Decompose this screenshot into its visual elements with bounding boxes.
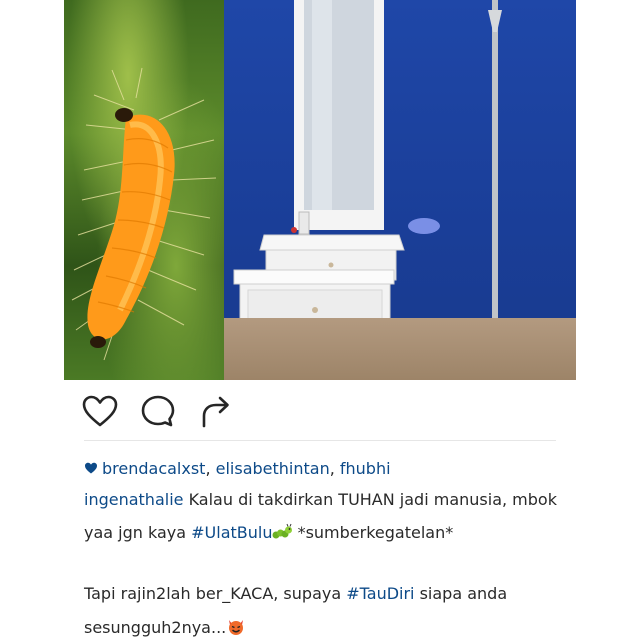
heart-filled-icon <box>85 462 97 474</box>
caption-line-4: sesungguh2nya... <box>84 616 584 638</box>
caterpillar-illustration <box>71 67 217 361</box>
hashtag-link[interactable]: #UlatBulu <box>191 523 272 542</box>
like-separator: , <box>205 459 216 478</box>
heart-outline-icon <box>82 395 118 427</box>
caption-line-2: yaa jgn kaya #UlatBulu *sumberkegatelan* <box>84 523 584 543</box>
liker-link[interactable]: fhubhi <box>340 459 391 478</box>
caption-text: siapa anda <box>414 584 508 603</box>
post-image[interactable] <box>64 0 576 380</box>
caption-text: *sumberkegatelan* <box>292 523 454 542</box>
caption-text: sesungguh2nya... <box>84 618 227 637</box>
caterpillar-photo <box>64 0 224 380</box>
speech-bubble-icon <box>141 395 175 427</box>
smiling-devil-emoji <box>229 620 244 635</box>
like-separator: , <box>329 459 340 478</box>
wooden-floor <box>224 318 576 380</box>
caption-author-link[interactable]: ingenathalie <box>84 490 183 509</box>
action-divider <box>84 440 556 441</box>
caterpillar-emoji <box>272 523 293 539</box>
hashtag-link[interactable]: #TauDiri <box>346 584 414 603</box>
caption-line-3: Tapi rajin2lah ber_KACA, supaya #TauDiri… <box>84 584 584 604</box>
likes-line: brendacalxst, elisabethintan, fhubhi <box>84 459 584 479</box>
share-arrow-icon <box>202 396 229 428</box>
vanity-mirror-photo <box>224 0 576 380</box>
caption-text: Kalau di takdirkan TUHAN jadi manusia, m… <box>183 490 557 509</box>
caption-line-1: ingenathalie Kalau di takdirkan TUHAN ja… <box>84 490 584 510</box>
liker-link[interactable]: brendacalxst <box>102 459 205 478</box>
liker-link[interactable]: elisabethintan <box>216 459 330 478</box>
action-bar <box>80 392 280 432</box>
caption-text: Tapi rajin2lah ber_KACA, supaya <box>84 584 347 603</box>
caption-text: yaa jgn kaya <box>84 523 192 542</box>
like-button[interactable] <box>80 392 120 432</box>
share-button[interactable] <box>196 392 236 432</box>
comment-button[interactable] <box>138 392 178 432</box>
